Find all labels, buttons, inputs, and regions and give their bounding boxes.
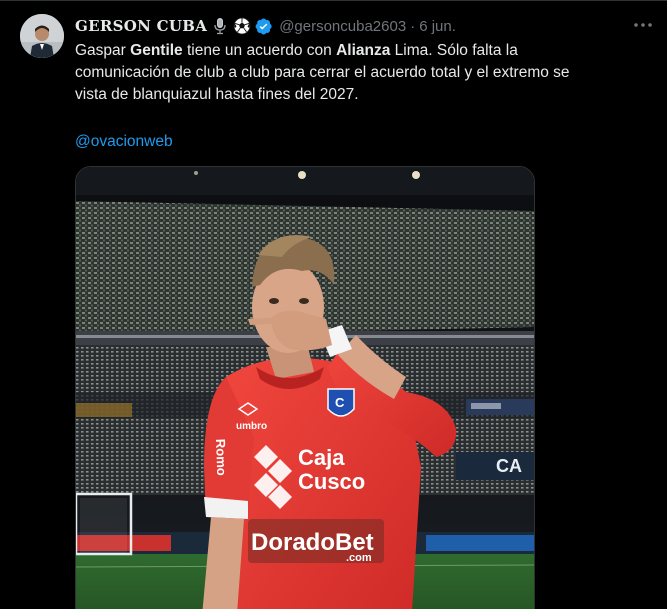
- tweet-text-line-2: comunicación de club a club para cerrar …: [75, 64, 570, 81]
- jersey-brand: umbro: [236, 421, 267, 432]
- more-options-icon[interactable]: [628, 13, 658, 37]
- jersey-sponsor-bottom: Cusco: [298, 469, 365, 494]
- microphone-icon: [211, 17, 229, 35]
- mention-link[interactable]: @ovacionweb: [75, 131, 173, 153]
- tweet[interactable]: GERSON CUBA @gersoncuba2603 · 6 jun. Gas…: [0, 0, 667, 609]
- board-text: CA: [496, 456, 522, 476]
- tweet-date[interactable]: 6 jun.: [419, 18, 456, 35]
- jersey-main-sponsor-suffix: .com: [346, 552, 372, 564]
- tweet-text-line-3: vista de blanquiazul hasta fines del 202…: [75, 86, 359, 103]
- tweet-text-line-1: Gaspar Gentile tiene un acuerdo con Alia…: [75, 42, 518, 59]
- tweet-text: Gaspar Gentile tiene un acuerdo con Alia…: [75, 40, 645, 106]
- display-name[interactable]: GERSON CUBA: [75, 17, 207, 35]
- verified-badge-icon: [254, 17, 273, 36]
- tweet-header: GERSON CUBA @gersoncuba2603 · 6 jun.: [75, 15, 456, 37]
- svg-text:C: C: [335, 395, 345, 410]
- jersey-sponsor-top: Caja: [298, 445, 345, 470]
- tweet-media-photo[interactable]: CA umbro C Caja Cusco DoradoBet .com Rom…: [75, 166, 535, 609]
- separator: ·: [410, 17, 416, 35]
- avatar[interactable]: [20, 14, 64, 58]
- divider: [0, 0, 667, 1]
- user-handle[interactable]: @gersoncuba2603: [279, 18, 406, 35]
- jersey-sleeve-text: Romo: [213, 439, 229, 476]
- soccer-ball-icon: [233, 17, 251, 35]
